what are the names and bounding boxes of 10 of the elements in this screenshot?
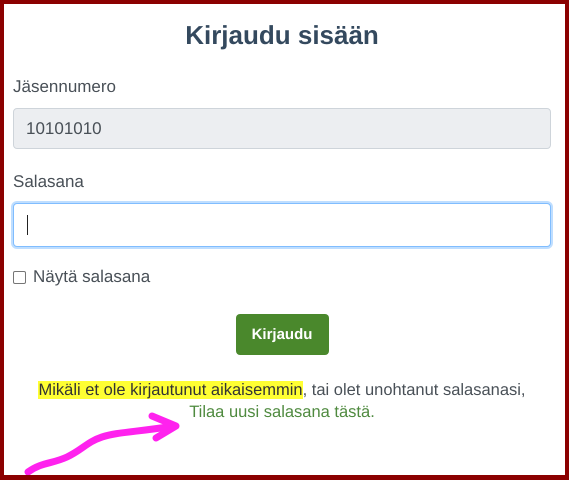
login-button[interactable]: Kirjaudu	[236, 314, 328, 355]
field-label: Jäsennumero	[13, 76, 116, 98]
reset-password-link[interactable]: Tilaa uusi salasana tästä.	[189, 403, 375, 421]
field-label: Salasana	[13, 171, 84, 193]
input-field[interactable]	[13, 203, 551, 247]
checkbox[interactable]	[13, 270, 26, 284]
checkbox-label: Näytä salasana	[33, 267, 150, 287]
input-field[interactable]: 10101010	[13, 108, 551, 149]
notice-text: Mikäli et ole kirjautunut aikaisemmin, tai olet unohtanut salasanasi, Tilaa uusi salasana tästä.	[37, 380, 526, 423]
page-title: Kirjaudu sisään	[184, 19, 380, 52]
